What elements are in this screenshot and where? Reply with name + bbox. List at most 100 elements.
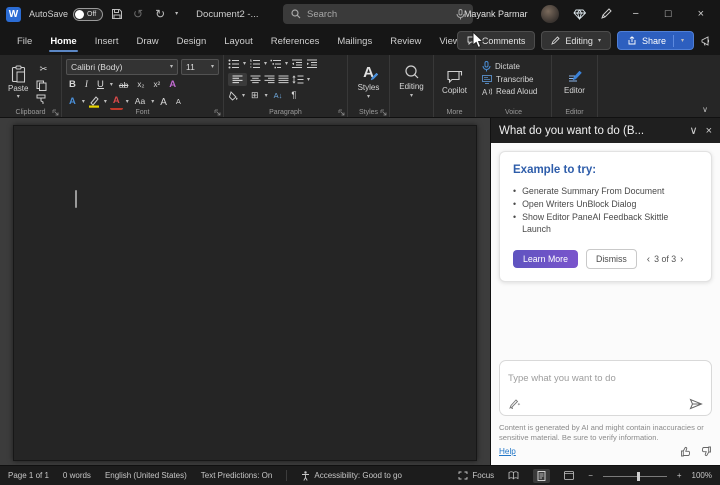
- styles-launcher-icon[interactable]: [380, 109, 387, 116]
- thumbs-up-icon[interactable]: [680, 446, 692, 457]
- italic-icon[interactable]: I: [82, 78, 91, 92]
- cut-icon[interactable]: ✂: [36, 63, 50, 77]
- tab-file[interactable]: File: [8, 30, 41, 54]
- autosave-switch[interactable]: Off: [73, 8, 103, 21]
- editing-mode-button[interactable]: Editing ▾: [541, 31, 611, 50]
- numbered-list-icon[interactable]: [249, 59, 261, 69]
- dismiss-button[interactable]: Dismiss: [586, 249, 637, 269]
- pane-chevron-down-icon[interactable]: ∨: [690, 124, 698, 137]
- highlight-color-icon[interactable]: [88, 96, 101, 108]
- subscript-icon[interactable]: x₂: [134, 79, 147, 91]
- borders-icon[interactable]: ⊞: [248, 89, 262, 103]
- font-color-caret-icon[interactable]: ▾: [126, 99, 129, 105]
- font-color-icon[interactable]: A: [110, 94, 123, 109]
- editor-button[interactable]: Editor: [556, 59, 593, 104]
- format-painter-icon[interactable]: [36, 94, 50, 105]
- list-item[interactable]: • Open Writers UnBlock Dialog: [513, 198, 698, 211]
- strikethrough-icon[interactable]: ab: [116, 79, 131, 92]
- text-effects-caret-icon[interactable]: ▾: [82, 99, 85, 105]
- highlight-caret-icon[interactable]: ▾: [104, 99, 107, 105]
- numbered-list-caret-icon[interactable]: ▾: [264, 61, 267, 67]
- search-bar[interactable]: [283, 4, 473, 24]
- list-item[interactable]: • Show Editor PaneAI Feedback Skittle La…: [513, 211, 698, 237]
- tab-layout[interactable]: Layout: [215, 30, 262, 54]
- underline-caret-icon[interactable]: ▾: [110, 82, 113, 88]
- clipboard-launcher-icon[interactable]: [52, 109, 59, 116]
- share-button[interactable]: Share ▾: [617, 31, 694, 50]
- word-count[interactable]: 0 words: [63, 471, 91, 480]
- read-aloud-button[interactable]: A Read Aloud: [480, 87, 547, 96]
- pagination-prev-icon[interactable]: ‹: [647, 254, 650, 265]
- bold-icon[interactable]: B: [66, 78, 79, 92]
- paragraph-launcher-icon[interactable]: [338, 109, 345, 116]
- quick-access-caret-icon[interactable]: ▾: [175, 11, 178, 17]
- line-spacing-icon[interactable]: [292, 75, 304, 84]
- collapse-ribbon-icon[interactable]: ∨: [702, 105, 708, 114]
- pane-close-icon[interactable]: ×: [706, 125, 712, 137]
- align-right-icon[interactable]: [264, 75, 275, 84]
- page-indicator[interactable]: Page 1 of 1: [8, 471, 49, 480]
- zoom-out-button[interactable]: −: [588, 471, 593, 480]
- focus-button[interactable]: Focus: [458, 471, 494, 480]
- tab-mailings[interactable]: Mailings: [328, 30, 381, 54]
- redo-icon[interactable]: ↻: [153, 8, 167, 20]
- tab-review[interactable]: Review: [381, 30, 430, 54]
- editing-button[interactable]: Editing ▾: [394, 59, 429, 104]
- align-center-icon[interactable]: [250, 75, 261, 84]
- justify-icon[interactable]: [278, 75, 289, 84]
- ink-pen-icon[interactable]: [508, 398, 521, 410]
- shrink-font-icon[interactable]: A: [173, 96, 184, 108]
- dictate-button[interactable]: Dictate: [480, 61, 547, 72]
- font-name-combo[interactable]: Calibri (Body) ▾: [66, 59, 178, 75]
- maximize-button[interactable]: □: [659, 8, 678, 20]
- text-predictions[interactable]: Text Predictions: On: [201, 471, 273, 480]
- language-indicator[interactable]: English (United States): [105, 471, 187, 480]
- shading-caret-icon[interactable]: ▾: [242, 93, 245, 99]
- tab-design[interactable]: Design: [168, 30, 216, 54]
- zoom-in-button[interactable]: +: [677, 471, 682, 480]
- borders-caret-icon[interactable]: ▾: [265, 93, 268, 99]
- gem-icon[interactable]: [573, 9, 586, 20]
- text-effects-typography-icon[interactable]: A: [66, 95, 79, 109]
- pagination-next-icon[interactable]: ›: [680, 254, 683, 265]
- save-icon[interactable]: [111, 8, 123, 20]
- autosave-toggle[interactable]: AutoSave Off: [29, 8, 103, 21]
- change-case-caret-icon[interactable]: ▾: [151, 99, 154, 105]
- comments-button[interactable]: Comments: [457, 31, 536, 50]
- decrease-indent-icon[interactable]: [291, 59, 303, 69]
- paste-button[interactable]: Paste ▾: [4, 59, 32, 105]
- tab-insert[interactable]: Insert: [86, 30, 128, 54]
- superscript-icon[interactable]: x²: [151, 79, 164, 91]
- print-layout-icon[interactable]: [533, 469, 550, 483]
- read-mode-icon[interactable]: [504, 469, 523, 482]
- ask-input-box[interactable]: [499, 360, 712, 416]
- zoom-slider[interactable]: [603, 471, 667, 481]
- undo-icon[interactable]: ↺: [131, 8, 145, 20]
- multilevel-list-icon[interactable]: [270, 59, 282, 69]
- text-effects-icon[interactable]: A: [166, 78, 179, 92]
- line-spacing-caret-icon[interactable]: ▾: [307, 77, 310, 83]
- shading-icon[interactable]: [228, 91, 239, 101]
- document-page[interactable]: [13, 125, 477, 461]
- ask-input[interactable]: [508, 373, 703, 384]
- tab-draw[interactable]: Draw: [127, 30, 167, 54]
- underline-icon[interactable]: U: [94, 78, 107, 92]
- list-item[interactable]: • Generate Summary From Document: [513, 185, 698, 198]
- increase-indent-icon[interactable]: [306, 59, 318, 69]
- multilevel-list-caret-icon[interactable]: ▾: [285, 61, 288, 67]
- zoom-thumb[interactable]: [637, 472, 640, 481]
- tab-references[interactable]: References: [262, 30, 329, 54]
- change-case-icon[interactable]: Aa: [132, 95, 148, 108]
- bulleted-list-icon[interactable]: [228, 59, 240, 69]
- styles-button[interactable]: A Styles ▾: [352, 59, 385, 104]
- send-icon[interactable]: [689, 398, 703, 410]
- sort-icon[interactable]: A↓: [271, 90, 286, 102]
- copy-icon[interactable]: [36, 80, 50, 91]
- bulleted-list-caret-icon[interactable]: ▾: [243, 61, 246, 67]
- font-launcher-icon[interactable]: [214, 109, 221, 116]
- minimize-button[interactable]: −: [626, 8, 644, 20]
- user-avatar[interactable]: [541, 5, 559, 23]
- font-size-combo[interactable]: 11 ▾: [181, 59, 219, 75]
- copilot-button[interactable]: Copilot: [438, 59, 471, 104]
- megaphone-icon[interactable]: [700, 35, 712, 47]
